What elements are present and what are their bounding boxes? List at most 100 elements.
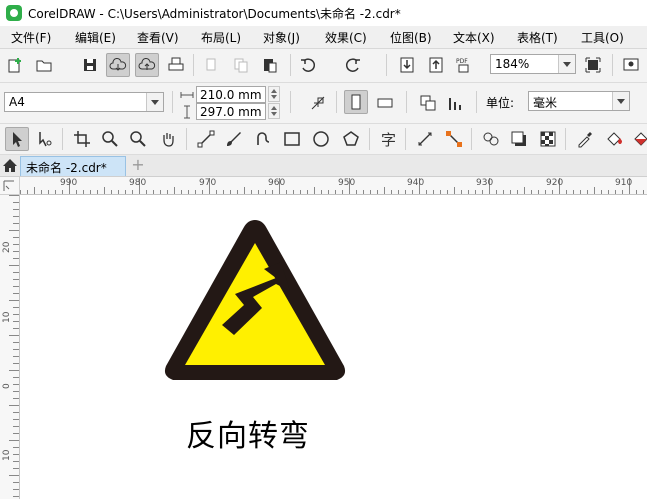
export-icon[interactable] (424, 53, 448, 77)
ruler-label: 960 (268, 178, 286, 188)
save-icon[interactable] (78, 53, 102, 77)
toolbox: 字 (0, 124, 647, 155)
menu-effects[interactable]: 效果(C) (325, 29, 367, 46)
document-tab-bar: 未命名 -2.cdr* + (0, 155, 647, 177)
transparency-tool-icon[interactable] (536, 127, 560, 151)
eyedropper-icon[interactable] (573, 127, 597, 151)
menu-edit[interactable]: 编辑(E) (75, 29, 116, 46)
zoom-dropdown-icon[interactable] (558, 55, 575, 73)
rectangle-tool-icon[interactable] (280, 127, 304, 151)
full-screen-icon[interactable] (581, 53, 605, 77)
toolbar-separator (612, 54, 613, 76)
page-height-icon (180, 105, 194, 119)
page-size-combo[interactable]: A4 (4, 92, 164, 112)
pan-tool-icon[interactable] (156, 127, 180, 151)
current-page-icon[interactable] (416, 91, 440, 115)
parallel-dimension-icon[interactable] (413, 127, 437, 151)
paste-icon[interactable] (258, 53, 282, 77)
zoom-out-icon[interactable] (126, 127, 150, 151)
units-dropdown-icon[interactable] (612, 92, 629, 110)
text-tool-icon[interactable]: 字 (377, 127, 401, 151)
page-height-input[interactable]: 297.0 mm (196, 103, 266, 120)
page-height-spinner[interactable] (268, 103, 280, 119)
standard-toolbar: PDF 184% (0, 49, 647, 118)
print-icon[interactable] (164, 53, 188, 77)
redo-icon[interactable] (341, 53, 365, 77)
menu-text[interactable]: 文本(X) (453, 29, 495, 46)
ruler-label: 930 (476, 178, 494, 188)
all-pages-icon[interactable] (306, 91, 330, 115)
pen-tool-icon[interactable] (251, 127, 275, 151)
toolbar-separator (386, 54, 387, 76)
page-width-spinner[interactable] (268, 86, 280, 102)
menu-tools[interactable]: 工具(O) (581, 29, 624, 46)
interactive-fill-icon[interactable] (602, 127, 626, 151)
window-title: CorelDRAW - C:\Users\Administrator\Docum… (28, 7, 401, 21)
landscape-icon[interactable] (373, 91, 397, 115)
freehand-tool-icon[interactable] (194, 127, 218, 151)
page-size-dropdown-icon[interactable] (146, 93, 163, 111)
pick-tool-icon[interactable] (5, 127, 29, 151)
export-pdf-icon[interactable]: PDF (452, 53, 476, 77)
vertical-ruler[interactable]: 20 10 0 10 (0, 195, 20, 499)
copy-icon[interactable] (229, 53, 253, 77)
zoom-level-value: 184% (495, 57, 530, 71)
ruler-label: 910 (615, 178, 633, 188)
toolbar-separator (290, 91, 291, 113)
ruler-label: 920 (546, 178, 564, 188)
home-icon[interactable] (0, 155, 20, 176)
ruler-origin-corner[interactable] (0, 177, 20, 195)
menu-table[interactable]: 表格(T) (517, 29, 558, 46)
horizontal-ruler[interactable]: 990 980 970 960 950 940 930 920 910 (20, 177, 647, 195)
toolbar-separator (369, 128, 370, 150)
units-value: 毫米 (533, 96, 558, 110)
ruler-label: 10 (2, 311, 12, 323)
cloud-upload-icon[interactable] (135, 53, 159, 77)
toolbar-separator (336, 91, 337, 113)
ruler-label: 950 (338, 178, 356, 188)
add-tab-button[interactable]: + (130, 156, 146, 175)
menu-view[interactable]: 查看(V) (137, 29, 179, 46)
page-bleed-icon[interactable] (444, 91, 468, 115)
shape-tool-icon[interactable] (33, 127, 57, 151)
tab-document-label: 未命名 -2.cdr* (26, 161, 107, 175)
menu-bar: 文件(F) 编辑(E) 查看(V) 布局(L) 对象(J) 效果(C) 位图(B… (0, 26, 647, 49)
menu-layout[interactable]: 布局(L) (201, 29, 241, 46)
toolbar-separator (172, 91, 173, 113)
ruler-label: 970 (199, 178, 217, 188)
open-folder-icon[interactable] (32, 53, 56, 77)
property-bar: A4 210.0 mm 297.0 mm 单位: 毫米 (0, 83, 647, 124)
ellipse-tool-icon[interactable] (309, 127, 333, 151)
zoom-level-combo[interactable]: 184% (490, 54, 576, 74)
units-combo[interactable]: 毫米 (528, 91, 630, 111)
blend-tool-icon[interactable] (479, 127, 503, 151)
zoom-tool-icon[interactable] (98, 127, 122, 151)
import-icon[interactable] (395, 53, 419, 77)
page-width-input[interactable]: 210.0 mm (196, 86, 266, 103)
polygon-tool-icon[interactable] (339, 127, 363, 151)
crop-tool-icon[interactable] (70, 127, 94, 151)
new-document-icon[interactable] (4, 53, 28, 77)
menu-object[interactable]: 对象(J) (263, 29, 300, 46)
toolbar-separator (471, 128, 472, 150)
artistic-media-icon[interactable] (222, 127, 246, 151)
tab-document[interactable]: 未命名 -2.cdr* (20, 156, 126, 176)
toolbar-separator (186, 128, 187, 150)
ruler-label: 990 (60, 178, 78, 188)
portrait-icon[interactable] (344, 90, 368, 114)
smart-fill-icon[interactable] (629, 127, 647, 151)
reverse-curve-warning-sign[interactable] (160, 214, 350, 386)
drop-shadow-icon[interactable] (507, 127, 531, 151)
page-height-value: 297.0 mm (200, 105, 262, 119)
menu-bitmaps[interactable]: 位图(B) (390, 29, 432, 46)
cloud-download-icon[interactable] (106, 53, 130, 77)
cut-icon[interactable] (200, 53, 224, 77)
welcome-screen-icon[interactable] (619, 53, 643, 77)
svg-text:字: 字 (381, 131, 396, 148)
units-label: 单位: (486, 96, 515, 110)
undo-icon[interactable] (296, 53, 320, 77)
toolbar-separator (476, 91, 477, 113)
connector-tool-icon[interactable] (442, 127, 466, 151)
menu-file[interactable]: 文件(F) (11, 29, 51, 46)
sign-caption: 反向转弯 (186, 419, 310, 454)
